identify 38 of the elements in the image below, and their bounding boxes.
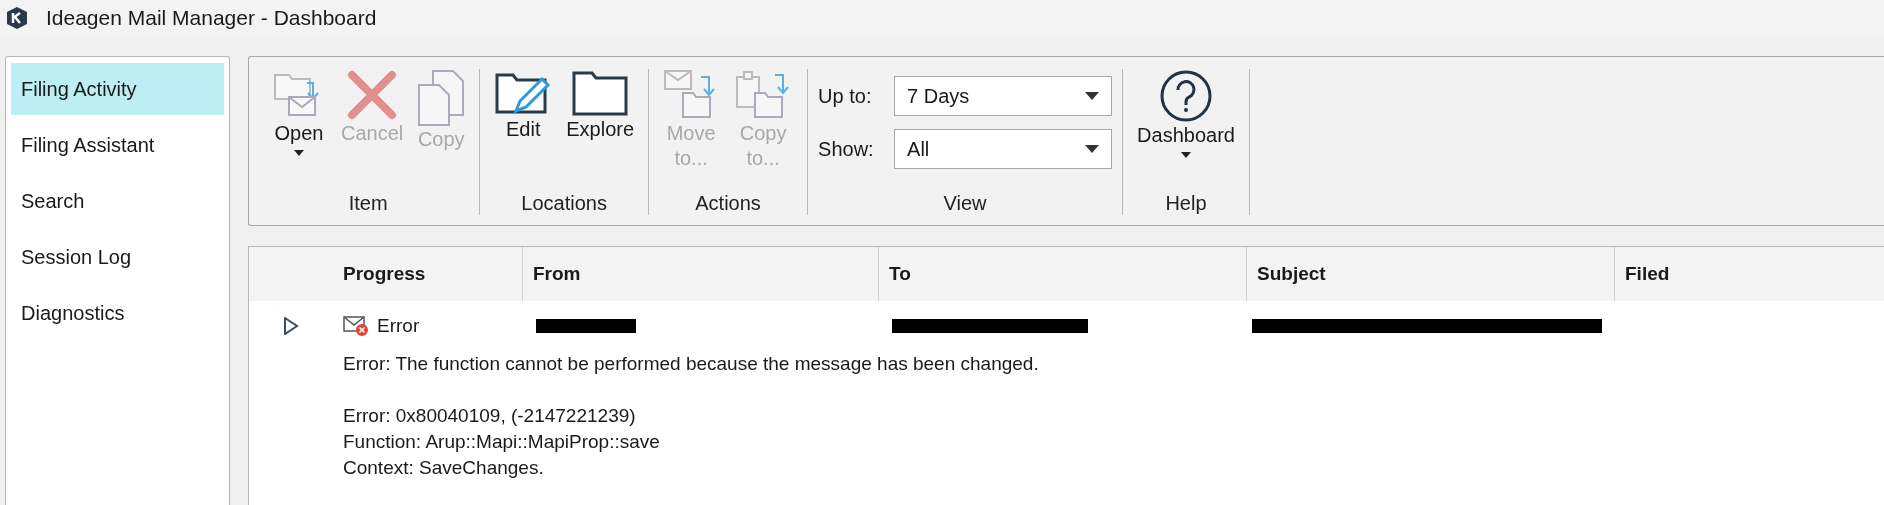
group-label: Item — [348, 192, 388, 215]
sidebar-item[interactable]: Session Log — [11, 231, 224, 283]
ribbon-button[interactable]: Open — [267, 69, 331, 156]
caret-icon — [1085, 92, 1100, 100]
group-label: View — [943, 192, 987, 215]
ribbon-button[interactable]: Explore — [562, 69, 639, 142]
group-label: Locations — [521, 192, 607, 215]
expand-icon[interactable] — [283, 317, 299, 335]
column-header[interactable]: From — [522, 247, 878, 301]
column-header[interactable]: To — [878, 247, 1246, 301]
status-text: Error — [377, 315, 420, 337]
caret-icon — [1085, 145, 1100, 153]
folder-icon — [571, 69, 630, 117]
dropdown-field[interactable]: All — [894, 129, 1113, 169]
ribbon-button[interactable]: Dashboard — [1133, 69, 1239, 158]
sidebar-item[interactable]: Filing Assistant — [11, 119, 224, 171]
documents-icon — [417, 69, 466, 127]
app-logo-icon — [6, 6, 28, 30]
column-header[interactable]: Filed — [1614, 247, 1884, 301]
error-detail-text: Error: 0x80040109, (-2147221239) — [343, 404, 637, 428]
column-header[interactable]: Subject — [1246, 247, 1614, 301]
sidebar-item[interactable]: Diagnostics — [11, 287, 224, 339]
sidebar-item[interactable]: Search — [11, 175, 224, 227]
field-label: Up to: — [818, 84, 873, 108]
help-icon — [1159, 69, 1213, 123]
column-header[interactable]: Progress — [333, 247, 522, 301]
group-label: Help — [1165, 192, 1207, 215]
cancel-icon — [346, 69, 399, 121]
mail-error-icon — [343, 315, 369, 337]
field-label: Show: — [818, 137, 875, 161]
error-detail-text: Function: Arup::Mapi::MapiProp::save — [343, 430, 661, 454]
sidebar-item[interactable]: Filing Activity — [11, 63, 224, 115]
error-detail-text: Context: SaveChanges. — [343, 456, 545, 480]
ribbon-button[interactable]: Edit — [490, 69, 557, 142]
window-title: Ideagen Mail Manager - Dashboard — [46, 6, 377, 30]
error-message-text: Error: The function cannot be performed because the message has been changed. — [343, 352, 1040, 376]
dropdown-field[interactable]: 7 Days — [894, 76, 1113, 116]
group-label: Actions — [695, 192, 761, 215]
